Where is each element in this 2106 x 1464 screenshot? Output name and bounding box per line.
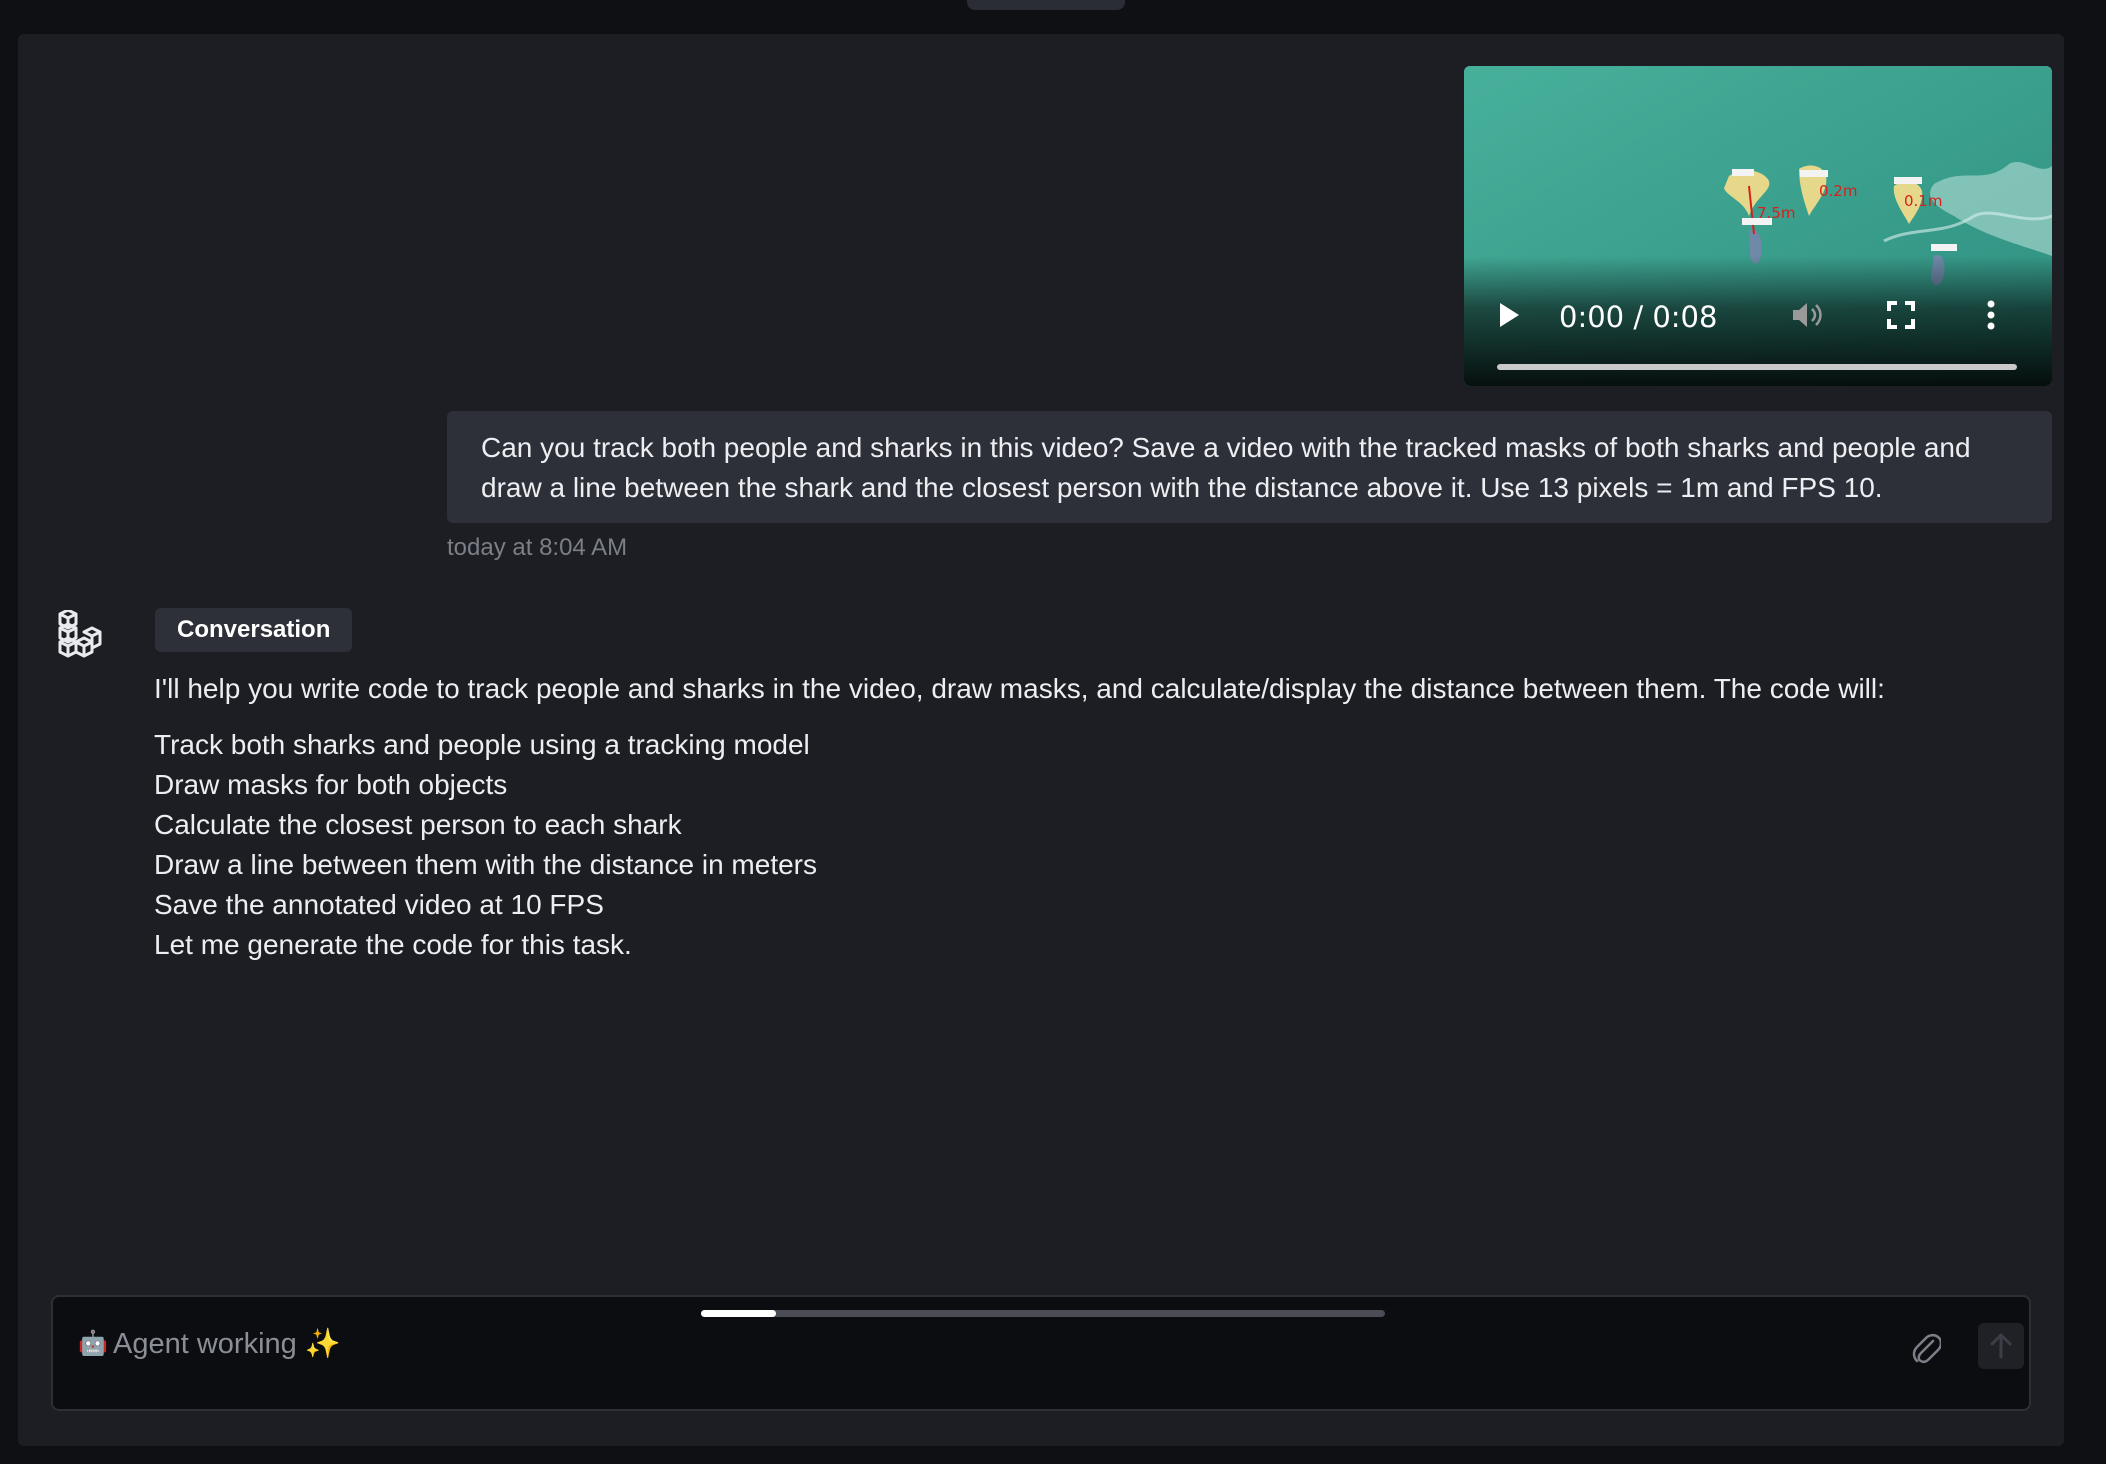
object-label	[1732, 169, 1754, 176]
arrow-up-icon	[1990, 1333, 2012, 1359]
chat-panel: 7.5m 0.2m 0.1m 0:00 / 0:08 Can you track…	[18, 34, 2064, 1446]
list-item: Draw a line between them with the distan…	[154, 849, 817, 880]
video-time: 0:00 / 0:08	[1559, 300, 1718, 334]
more-vertical-icon[interactable]	[1987, 300, 1995, 330]
agent-progress-fill	[701, 1310, 777, 1317]
bottom-strip	[0, 1452, 2106, 1464]
list-item: Draw masks for both objects	[154, 769, 508, 800]
object-label	[1742, 218, 1772, 225]
object-label	[1931, 244, 1957, 251]
robot-icon: 🤖	[78, 1329, 108, 1357]
video-controls: 0:00 / 0:08	[1464, 256, 2052, 386]
input-placeholder: Agent working ✨	[113, 1328, 341, 1360]
list-item: Calculate the closest person to each sha…	[154, 809, 682, 840]
list-item: Save the annotated video at 10 FPS	[154, 889, 604, 920]
volume-icon[interactable]	[1790, 300, 1824, 330]
stacked-cubes-icon	[58, 610, 102, 658]
list-item: Track both sharks and people using a tra…	[154, 729, 810, 760]
agent-progress-bar	[701, 1310, 1385, 1317]
video-progress-bar[interactable]	[1497, 364, 2017, 370]
top-tab-handle[interactable]	[967, 0, 1125, 10]
video-player[interactable]: 7.5m 0.2m 0.1m 0:00 / 0:08	[1464, 66, 2052, 386]
object-label	[1894, 177, 1922, 184]
object-label	[1800, 170, 1828, 177]
distance-label: 0.2m	[1819, 182, 1857, 200]
distance-label: 0.1m	[1904, 192, 1942, 210]
assistant-step-list: Track both sharks and people using a tra…	[154, 725, 817, 965]
message-input[interactable]: 🤖 Agent working ✨	[51, 1295, 2031, 1411]
conversation-badge: Conversation	[155, 608, 353, 652]
message-timestamp: today at 8:04 AM	[447, 534, 628, 561]
play-icon[interactable]	[1500, 303, 1519, 327]
fullscreen-icon[interactable]	[1887, 301, 1915, 329]
paperclip-icon[interactable]	[1911, 1331, 1941, 1365]
list-item: Let me generate the code for this task.	[154, 929, 632, 960]
user-message-text: Can you track both people and sharks in …	[481, 432, 1971, 503]
assistant-intro-text: I'll help you write code to track people…	[154, 673, 1885, 704]
user-message: Can you track both people and sharks in …	[447, 411, 2052, 523]
send-button[interactable]	[1978, 1323, 2024, 1369]
